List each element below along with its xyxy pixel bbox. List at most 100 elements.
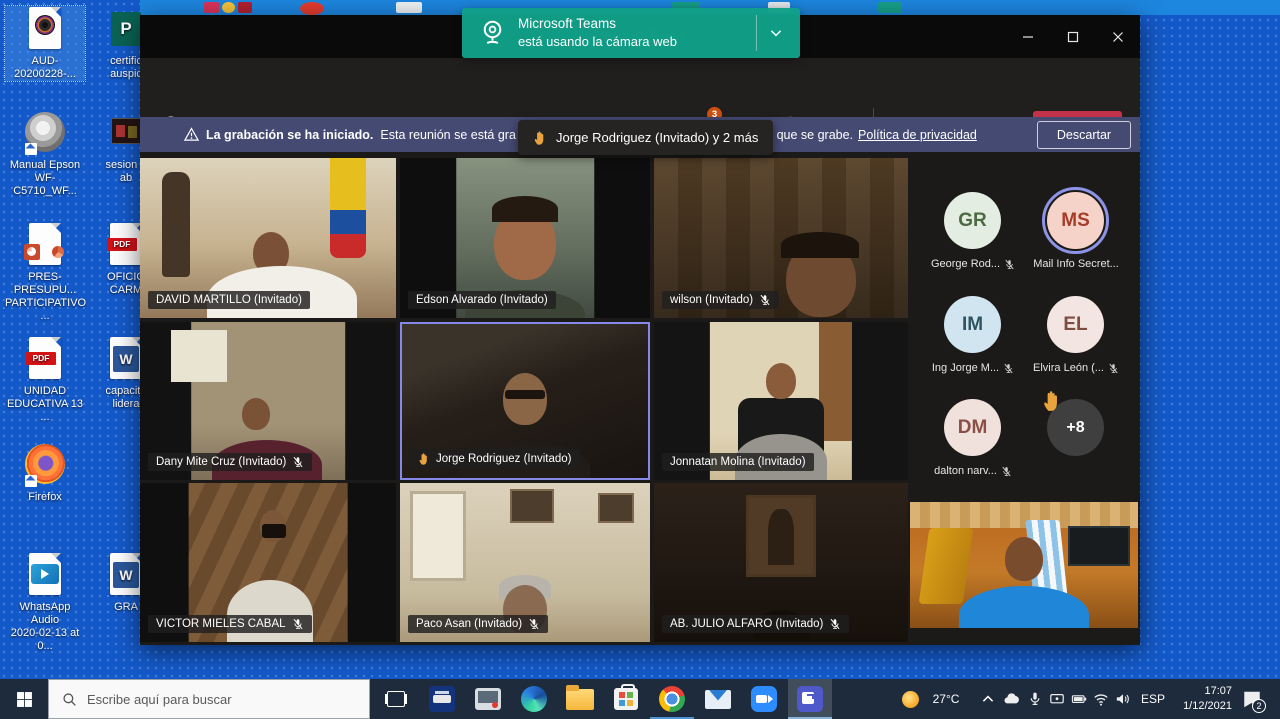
desktop-icon-label: Firefox <box>5 491 85 504</box>
mic-off-icon <box>528 618 540 630</box>
close-button[interactable] <box>1095 15 1140 58</box>
taskbar-app-teams[interactable] <box>788 679 832 719</box>
mail-icon <box>705 690 731 709</box>
meeting-toolbar: --:-- 3 Salir <box>140 58 1140 117</box>
desktop-icon-label: WF-C5710_WF... <box>5 172 85 198</box>
video-tile-wilson[interactable]: wilson (Invitado) <box>654 158 908 318</box>
avatar-dalton[interactable]: DM <box>944 399 1001 456</box>
raised-hand-icon <box>418 452 430 466</box>
task-view-button[interactable] <box>376 679 416 719</box>
video-frame <box>510 489 554 523</box>
video-tile-edson-alvarado[interactable]: Edson Alvarado (Invitado) <box>400 158 650 318</box>
clock[interactable]: 17:07 1/12/2021 <box>1172 684 1232 714</box>
desktop-icon-label: PRES-PRESUPU... <box>5 271 85 297</box>
taskbar: Escribe aquí para buscar 27°C ESP 17:07 … <box>0 679 1280 719</box>
weather-icon[interactable] <box>900 679 920 719</box>
wifi-tray-icon[interactable] <box>1090 679 1112 719</box>
camera-usage-toast[interactable]: Microsoft Teams está usando la cámara we… <box>462 8 800 58</box>
chrome-icon <box>659 686 685 712</box>
avatar-ing-jorge[interactable]: IM <box>944 296 1001 353</box>
video-tile-jorge-rodriguez[interactable]: Jorge Rodriguez (Invitado) <box>400 322 650 480</box>
video-frame <box>1068 526 1130 566</box>
desktop-icon-label: WhatsApp Audio <box>5 601 85 627</box>
participant-name-label: Edson Alvarado (Invitado) <box>408 291 556 309</box>
desktop-icon-label: UNIDAD <box>5 385 85 398</box>
word-file-icon: W <box>113 346 139 372</box>
desktop-icon-label: PARTICIPATIVO ... <box>5 297 85 323</box>
language-indicator[interactable]: ESP <box>1138 679 1168 719</box>
video-tile-dany-mite-cruz[interactable]: Dany Mite Cruz (Invitado) <box>140 322 396 480</box>
face-mask-shape <box>262 524 286 538</box>
desktop-icon-unidad-educativa[interactable]: PDF UNIDAD EDUCATIVA 13 ... <box>5 336 85 424</box>
battery-tray-icon[interactable] <box>1068 679 1090 719</box>
desktop-icon-manual-epson[interactable]: Manual Epson WF-C5710_WF... <box>5 110 85 198</box>
microsoft-store-icon <box>614 688 638 710</box>
self-video-tile[interactable] <box>910 502 1138 628</box>
mic-off-icon <box>1003 363 1014 374</box>
shortcut-arrow-icon <box>25 143 37 155</box>
roster-name: Mail Info Secret... <box>1014 258 1138 270</box>
maximize-button[interactable] <box>1050 15 1095 58</box>
dismiss-button[interactable]: Descartar <box>1037 121 1131 149</box>
video-frame <box>503 373 547 425</box>
background-favicon <box>878 2 902 13</box>
mic-off-icon <box>292 456 304 468</box>
search-placeholder: Escribe aquí para buscar <box>87 692 232 707</box>
teams-meeting-window: Microsoft Teams --:-- 3 Salir <box>140 15 1140 645</box>
chevron-down-icon[interactable] <box>768 25 784 41</box>
avatar-mail-info[interactable]: MS <box>1047 192 1104 249</box>
video-tile-jonnatan-molina[interactable]: Jonnatan Molina (Invitado) <box>654 322 908 480</box>
onedrive-tray-icon[interactable] <box>1000 679 1022 719</box>
taskbar-app-explorer[interactable] <box>558 679 602 719</box>
desktop-icon-whatsapp-audio[interactable]: WhatsApp Audio 2020-02-13 at 0... <box>5 552 85 653</box>
mic-off-icon <box>829 618 841 630</box>
desktop-icon-firefox[interactable]: Firefox <box>5 442 85 504</box>
mic-off-icon <box>292 618 304 630</box>
taskbar-app-zoom[interactable] <box>742 679 786 719</box>
video-frame <box>910 502 1138 528</box>
taskbar-app-capture[interactable] <box>466 679 510 719</box>
tray-expand-button[interactable] <box>978 679 998 719</box>
video-frame <box>1005 537 1043 581</box>
microphone-tray-icon[interactable] <box>1024 679 1046 719</box>
taskbar-app-chrome[interactable] <box>650 679 694 719</box>
volume-tray-icon[interactable] <box>1112 679 1134 719</box>
avatar-overflow[interactable]: +8 <box>1047 399 1104 456</box>
time: 17:07 <box>1172 684 1232 699</box>
glasses-shape <box>505 390 545 399</box>
publisher-file-icon: P <box>111 12 141 46</box>
video-frame <box>766 363 796 399</box>
tooltip-text: Jorge Rodriguez (Invitado) y 2 más <box>556 130 758 145</box>
video-frame <box>959 586 1089 628</box>
video-tile-julio-alfaro[interactable]: AB. JULIO ALFARO (Invitado) <box>654 483 908 642</box>
powerpoint-logo-icon <box>24 244 40 260</box>
search-input[interactable]: Escribe aquí para buscar <box>48 679 370 719</box>
weather-temp[interactable]: 27°C <box>924 679 968 719</box>
taskbar-app-store[interactable] <box>604 679 648 719</box>
participant-name-label: Paco Asan (Invitado) <box>408 615 548 633</box>
taskbar-app-epson-scan[interactable] <box>420 679 464 719</box>
avatar-elvira[interactable]: EL <box>1047 296 1104 353</box>
device-tray-icon[interactable] <box>1046 679 1068 719</box>
participant-name-label: Dany Mite Cruz (Invitado) <box>148 453 312 471</box>
banner-bold-text: La grabación se ha iniciado. <box>206 128 373 142</box>
start-button[interactable] <box>0 679 48 719</box>
privacy-policy-link[interactable]: Política de privacidad <box>858 128 977 142</box>
zoom-icon <box>751 686 777 712</box>
minimize-button[interactable] <box>1005 15 1050 58</box>
taskbar-app-edge[interactable] <box>512 679 556 719</box>
video-tile-victor-mieles[interactable]: VICTOR MIELES CABAL <box>140 483 396 642</box>
avatar-george[interactable]: GR <box>944 192 1001 249</box>
video-tile-david-martillo[interactable]: DAVID MARTILLO (Invitado) <box>140 158 396 318</box>
video-tile-paco-asan[interactable]: Paco Asan (Invitado) <box>400 483 650 642</box>
search-icon <box>62 692 77 707</box>
participant-name-label: AB. JULIO ALFARO (Invitado) <box>662 615 849 633</box>
taskbar-app-mail[interactable] <box>696 679 740 719</box>
desktop-icon-pres-presupu[interactable]: PRES-PRESUPU... PARTICIPATIVO ... <box>5 222 85 323</box>
desktop-icon-aud[interactable]: AUD-20200228-... <box>5 6 85 81</box>
word-file-icon: W <box>113 562 139 588</box>
video-frame <box>819 322 852 441</box>
pie-chart-icon <box>52 246 64 258</box>
windows-logo-icon <box>16 691 33 708</box>
desktop-screen: AUD-20200228-... Manual Epson WF-C5710_W… <box>0 0 1280 719</box>
